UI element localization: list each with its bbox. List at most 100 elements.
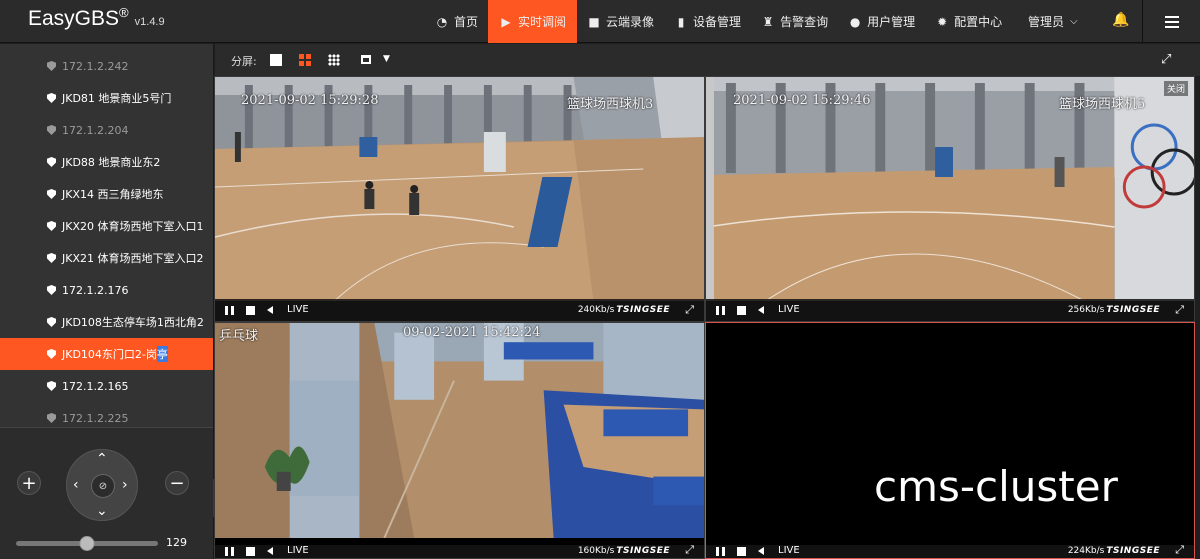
bell-icon[interactable]: 🔔 xyxy=(1112,12,1129,28)
device-sidebar: 172.1.2.242 JKD81 地景商业5号门 172.1.2.204 JK… xyxy=(0,44,214,559)
video-player-2[interactable]: 2021-09-02 15:29:46 篮球场西球机5 关闭 LIVE 256K… xyxy=(705,76,1195,322)
device-label: 172.1.2.176 xyxy=(62,283,129,297)
device-item[interactable]: 172.1.2.176 xyxy=(0,274,213,306)
nav-label: 设备管理 xyxy=(693,15,742,29)
nav-alarm-query[interactable]: ♜ 告警查询 xyxy=(751,0,838,43)
device-item[interactable]: 172.1.2.204 xyxy=(0,114,213,146)
device-item[interactable]: 172.1.2.242 xyxy=(0,50,213,82)
nav-home[interactable]: ◔ 首页 xyxy=(425,0,488,43)
ptz-up-button[interactable]: ⌃ xyxy=(96,452,108,466)
shield-icon xyxy=(47,125,56,135)
nav-live-view[interactable]: ▶ 实时调阅 xyxy=(488,0,578,43)
stop-icon[interactable] xyxy=(737,306,746,315)
video-player-4[interactable]: LIVE 224Kb/s TSINGSEE ⤢ xyxy=(705,322,1195,559)
ptz-left-button[interactable]: ‹ xyxy=(73,478,79,492)
bitrate-label: 224Kb/s TSINGSEE xyxy=(1068,544,1160,558)
device-item[interactable]: JKX20 体育场西地下室入口1 xyxy=(0,210,213,242)
shield-icon xyxy=(47,157,56,167)
user-menu[interactable]: 管理员 ⌵ xyxy=(1028,0,1078,43)
volume-icon[interactable] xyxy=(267,306,273,314)
device-item[interactable]: JKD88 地景商业东2 xyxy=(0,146,213,178)
ptz-speed-value: 129 xyxy=(166,536,187,549)
close-button[interactable]: 关闭 xyxy=(1163,81,1188,96)
hamburger-icon xyxy=(1164,20,1179,23)
volume-icon[interactable] xyxy=(758,306,764,314)
device-list: 172.1.2.242 JKD81 地景商业5号门 172.1.2.204 JK… xyxy=(0,50,213,434)
device-label: JKD81 地景商业5号门 xyxy=(62,92,172,105)
registered-mark: ® xyxy=(119,5,129,20)
tsingsee-logo: TSINGSEE xyxy=(1106,305,1160,315)
gear-icon: ✹ xyxy=(937,14,948,29)
pause-icon[interactable] xyxy=(716,547,725,556)
volume-icon[interactable] xyxy=(267,547,273,555)
fullscreen-icon[interactable]: ⤢ xyxy=(1161,52,1171,67)
volume-icon[interactable] xyxy=(758,547,764,555)
live-label: LIVE xyxy=(778,304,800,315)
main-nav: ◔ 首页 ▶ 实时调阅 ■ 云端录像 ▮ 设备管理 ♜ 告警查询 ● 用户管理 ✹ 配置中心 xyxy=(425,0,1012,43)
device-label: 172.1.2.225 xyxy=(62,411,129,425)
zoom-out-button[interactable]: − xyxy=(165,471,189,495)
brand-name: EasyGBS xyxy=(28,7,120,30)
device-item[interactable]: JKX14 西三角绿地东 xyxy=(0,178,213,210)
shield-icon xyxy=(47,61,56,71)
bitrate-label: 240Kb/s TSINGSEE xyxy=(578,303,670,317)
ptz-center-button[interactable]: ⊘ xyxy=(91,474,115,498)
nine-split-icon[interactable] xyxy=(328,54,340,66)
live-label: LIVE xyxy=(287,304,309,315)
shield-icon xyxy=(47,381,56,391)
stop-icon[interactable] xyxy=(737,547,746,556)
chevron-down-icon: ⌵ xyxy=(1070,16,1078,27)
osd-camera-name: 篮球场西球机3 xyxy=(567,97,654,112)
device-item[interactable]: JKD81 地景商业5号门 xyxy=(0,82,213,114)
more-split-icon[interactable] xyxy=(361,55,371,64)
shield-icon xyxy=(47,413,56,423)
stop-icon[interactable] xyxy=(246,306,255,315)
top-header: EasyGBS® v1.4.9 ◔ 首页 ▶ 实时调阅 ■ 云端录像 ▮ 设备管理 ♜ 告警… xyxy=(0,0,1200,43)
expand-icon[interactable]: ⤢ xyxy=(1175,303,1184,317)
slider-handle[interactable] xyxy=(79,536,95,551)
nav-device-management[interactable]: ▮ 设备管理 xyxy=(664,0,751,43)
nav-user-management[interactable]: ● 用户管理 xyxy=(838,0,925,43)
pause-icon[interactable] xyxy=(225,306,234,315)
nav-cloud-recording[interactable]: ■ 云端录像 xyxy=(577,0,664,43)
menu-button[interactable] xyxy=(1142,0,1200,43)
watermark-text: cms-cluster xyxy=(874,462,1118,511)
zoom-in-button[interactable]: + xyxy=(17,471,41,495)
version-label: v1.4.9 xyxy=(134,16,165,28)
stop-icon[interactable] xyxy=(246,547,255,556)
alarm-icon: ♜ xyxy=(762,14,774,29)
device-item[interactable]: JKD108生态停车场1西北角2 xyxy=(0,306,213,338)
bitrate-value: 256Kb/s xyxy=(1067,305,1105,315)
user-icon: ● xyxy=(849,14,861,29)
pause-icon[interactable] xyxy=(225,547,234,556)
ptz-speed-slider[interactable] xyxy=(16,536,158,551)
shield-icon xyxy=(47,285,56,295)
ptz-right-button[interactable]: › xyxy=(122,478,128,492)
video-player-1[interactable]: 2021-09-02 15:29:28 篮球场西球机3 LIVE 240Kb/s… xyxy=(214,76,705,322)
device-item[interactable]: 172.1.2.165 xyxy=(0,370,213,402)
nav-config-center[interactable]: ✹ 配置中心 xyxy=(925,0,1012,43)
device-item-selected[interactable]: JKD104东门口2-岗亭 xyxy=(0,338,213,370)
expand-icon[interactable]: ⤢ xyxy=(685,303,694,317)
caret-down-icon[interactable]: ▼ xyxy=(383,54,390,64)
player-controls: LIVE 240Kb/s TSINGSEE ⤢ xyxy=(215,299,704,321)
device-label: JKD88 地景商业东2 xyxy=(62,156,161,169)
expand-icon[interactable]: ⤢ xyxy=(1175,543,1184,557)
ptz-down-button[interactable]: ⌄ xyxy=(96,504,108,518)
expand-icon[interactable]: ⤢ xyxy=(685,543,694,557)
play-circle-icon: ▶ xyxy=(501,14,511,29)
bitrate-value: 240Kb/s xyxy=(577,305,615,315)
device-item[interactable]: JKX21 体育场西地下室入口2 xyxy=(0,242,213,274)
bitrate-label: 160Kb/s TSINGSEE xyxy=(578,544,670,558)
device-label: JKD104东门口2-岗 xyxy=(62,348,157,361)
nav-label: 用户管理 xyxy=(867,15,916,29)
pause-icon[interactable] xyxy=(716,306,725,315)
live-label: LIVE xyxy=(287,545,309,556)
video-player-3[interactable]: 乒乓球 09-02-2021 15:42:24 LIVE 160Kb/s TSIN… xyxy=(214,322,705,559)
ptz-direction-pad: ⌃ ⌄ ‹ › ⊘ xyxy=(66,449,138,521)
single-split-icon[interactable] xyxy=(270,54,282,66)
tsingsee-logo: TSINGSEE xyxy=(616,305,670,315)
nav-label: 实时调阅 xyxy=(518,15,567,29)
brand-logo[interactable]: EasyGBS® v1.4.9 xyxy=(28,5,165,31)
four-split-icon[interactable] xyxy=(299,54,311,66)
